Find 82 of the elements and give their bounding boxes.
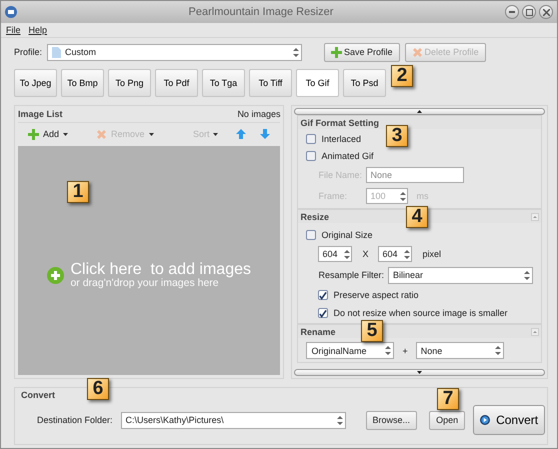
add-images-prompt: Click here to add images (70, 262, 251, 277)
checkbox[interactable] (306, 230, 316, 240)
format-tab[interactable]: To Pdf (155, 69, 198, 97)
callout-number: 6 (87, 378, 109, 400)
plus-label: + (402, 346, 408, 356)
checkbox-label: Do not resize when source image is smaller (333, 308, 508, 318)
format-tab[interactable]: To Tga (202, 69, 245, 97)
drop-hint: or drag'n'drop your images here (70, 277, 219, 289)
callout-number: 5 (361, 320, 383, 342)
format-tab[interactable]: To Tiff (249, 69, 292, 97)
destination-folder-select[interactable]: C:\Users\Kathy\Pictures\ (120, 412, 346, 428)
convert-button[interactable]: Convert (473, 405, 546, 435)
spinner-arrows-icon[interactable] (494, 346, 501, 355)
cross-icon (96, 128, 108, 140)
section-title: Rename (300, 326, 336, 336)
menu-item[interactable]: Help (28, 25, 48, 35)
format-tab[interactable]: To Psd (343, 69, 386, 97)
minimize-icon (509, 11, 515, 13)
format-tab[interactable]: To Gif (296, 69, 339, 97)
close-icon (542, 8, 550, 16)
profile-label: Profile: (14, 47, 42, 57)
checkbox-label: Animated Gif (321, 151, 374, 161)
plus-icon (331, 46, 342, 58)
image-count: No images (237, 109, 280, 119)
checkbox[interactable] (306, 134, 316, 144)
section-title: Resize (300, 212, 329, 222)
close-button[interactable] (539, 5, 553, 19)
down-triangle-icon (417, 371, 422, 374)
scroll-down-button[interactable] (294, 369, 545, 376)
folder-label: Destination Folder: (37, 415, 113, 425)
save-profile-button[interactable]: Save Profile (324, 42, 400, 62)
caret-icon (213, 132, 218, 136)
checkbox-label: Preserve aspect ratio (333, 290, 419, 300)
window-title: Pearlmountain Image Resizer (188, 6, 334, 18)
checkbox[interactable] (306, 151, 316, 161)
spinner-arrows-icon[interactable] (524, 270, 530, 280)
spinner-arrows-icon[interactable] (385, 346, 392, 355)
scroll-up-button[interactable] (294, 108, 545, 115)
up-triangle-icon (417, 110, 422, 113)
callout-number: 1 (67, 181, 89, 203)
width-spinner[interactable]: 604 (318, 246, 352, 262)
caret-icon (63, 132, 68, 136)
play-icon (480, 412, 490, 428)
add-button[interactable]: Add (26, 128, 70, 140)
spinner-arrows-icon[interactable] (293, 48, 300, 56)
spinner-arrows-icon[interactable] (344, 250, 350, 258)
callout-number: 3 (386, 125, 408, 147)
filter-label: Resample Filter: (318, 270, 384, 280)
height-spinner[interactable]: 604 (378, 246, 412, 262)
app-icon (5, 6, 17, 18)
panel-title: Image List (18, 109, 63, 119)
checkbox-label: Interlaced (321, 134, 361, 144)
checkbox[interactable] (318, 290, 328, 300)
spinner-arrows-icon[interactable] (336, 416, 343, 424)
unit-label: pixel (422, 249, 441, 259)
document-icon (52, 46, 62, 58)
filter-select[interactable]: Bilinear (388, 266, 533, 284)
add-icon (47, 267, 64, 284)
format-tab[interactable]: To Bmp (61, 69, 104, 97)
open-button[interactable]: Open (429, 410, 466, 430)
callout-number: 2 (391, 65, 413, 87)
name-part-select[interactable]: OriginalName (306, 342, 394, 359)
checkbox[interactable] (318, 308, 328, 318)
cross-icon (412, 46, 423, 58)
format-tab[interactable]: To Jpeg (14, 69, 57, 97)
browse-button[interactable]: Browse... (366, 410, 418, 430)
spinner-arrows-icon[interactable] (404, 250, 410, 258)
callout-number: 4 (406, 206, 428, 228)
caret-icon (148, 132, 154, 136)
name-part-select[interactable]: None (416, 342, 504, 359)
format-tab[interactable]: To Png (108, 69, 151, 97)
profile-select[interactable]: Custom (47, 44, 302, 60)
plus-icon (28, 128, 39, 140)
checkbox-label: Original Size (321, 230, 372, 240)
callout-number: 7 (437, 388, 459, 410)
times-label: X (362, 249, 368, 259)
minimize-button[interactable] (505, 5, 519, 19)
maximize-icon (526, 8, 532, 16)
menu-item[interactable]: File (6, 25, 21, 35)
group-title: Convert (21, 390, 56, 400)
section-title: Gif Format Setting (300, 118, 379, 128)
maximize-button[interactable] (522, 5, 536, 19)
